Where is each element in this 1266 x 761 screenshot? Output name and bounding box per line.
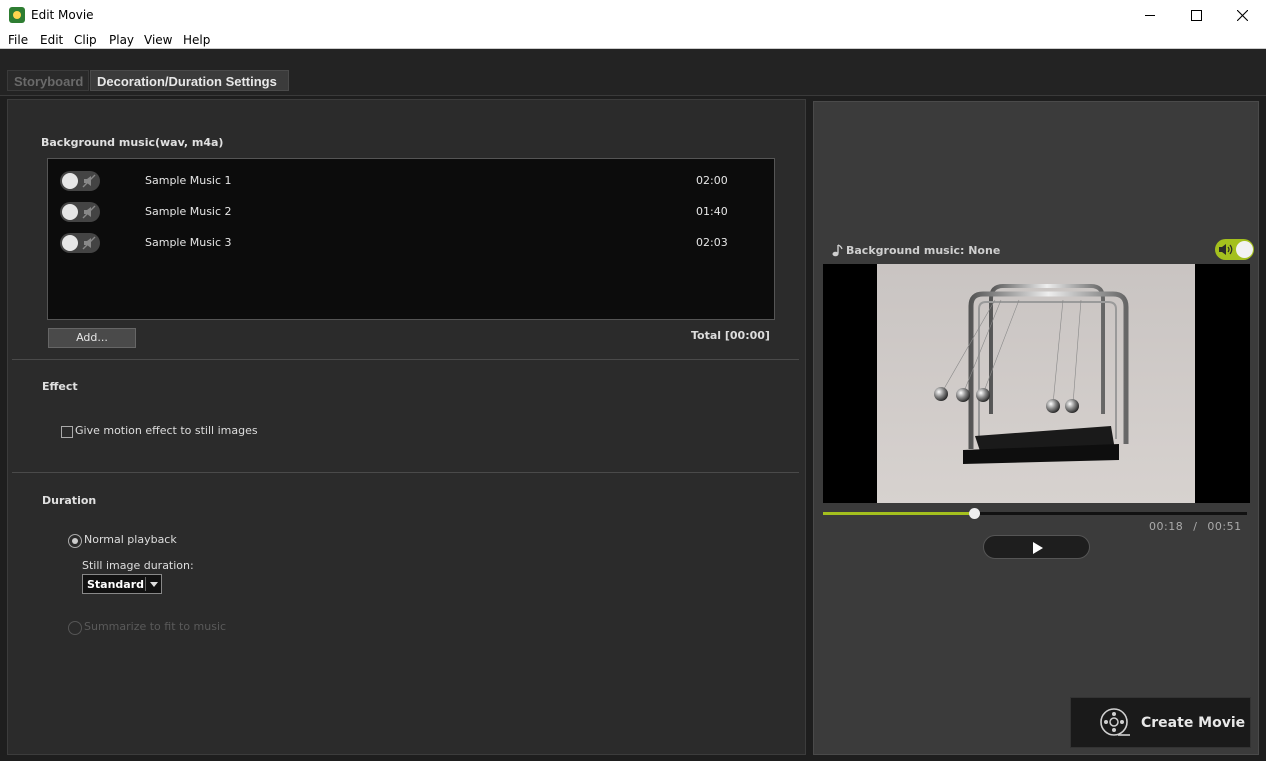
minimize-button[interactable]: [1127, 0, 1173, 31]
music-toggle[interactable]: [60, 233, 100, 253]
music-total: Total [00:00]: [691, 329, 770, 342]
divider: [12, 359, 799, 360]
music-duration: 01:40: [696, 205, 728, 218]
menu-file[interactable]: File: [8, 33, 28, 47]
bgm-section-title: Background music(wav, m4a): [41, 136, 224, 149]
summarize-label[interactable]: Summarize to fit to music: [84, 620, 226, 633]
maximize-button[interactable]: [1173, 0, 1219, 31]
speaker-muted-icon: [82, 205, 96, 219]
toggle-knob: [1236, 241, 1253, 258]
video-frame: [877, 264, 1195, 503]
video-preview[interactable]: [823, 264, 1250, 503]
divider: [12, 472, 799, 473]
app-icon: [9, 7, 25, 23]
effect-section-title: Effect: [42, 380, 78, 393]
preview-panel: Background music: None 00:18 / 00:51 Cre…: [813, 101, 1259, 755]
still-duration-select[interactable]: Standard: [82, 574, 162, 594]
chevron-down-icon: [150, 582, 158, 587]
music-list[interactable]: Sample Music 1 02:00 Sample Music 2 01:4…: [47, 158, 775, 320]
time-current: 00:18: [1149, 520, 1184, 533]
still-duration-label: Still image duration:: [82, 559, 194, 572]
speaker-muted-icon: [82, 236, 96, 250]
menu-view[interactable]: View: [144, 33, 172, 47]
normal-playback-label[interactable]: Normal playback: [84, 533, 177, 546]
close-icon: [1236, 10, 1248, 21]
motion-effect-label[interactable]: Give motion effect to still images: [75, 424, 258, 437]
speaker-muted-icon: [82, 174, 96, 188]
menu-help[interactable]: Help: [183, 33, 210, 47]
time-separator: /: [1193, 520, 1198, 533]
music-duration: 02:03: [696, 236, 728, 249]
still-duration-value: Standard: [87, 578, 145, 591]
bgm-status-text: Background music: None: [846, 244, 1001, 257]
toggle-knob: [62, 173, 78, 189]
tab-strip: Storyboard Decoration/Duration Settings: [0, 49, 1266, 96]
summarize-radio[interactable]: [68, 621, 82, 635]
music-toggle[interactable]: [60, 171, 100, 191]
play-button[interactable]: [983, 535, 1090, 559]
film-reel-icon: [1100, 708, 1130, 736]
close-button[interactable]: [1219, 0, 1265, 31]
music-row[interactable]: Sample Music 1 02:00: [48, 167, 774, 193]
menu-edit[interactable]: Edit: [40, 33, 63, 47]
music-note-icon: [832, 244, 843, 257]
music-name: Sample Music 1: [145, 174, 232, 187]
add-music-button[interactable]: Add...: [48, 328, 136, 348]
speaker-icon: [1219, 244, 1233, 255]
minimize-icon: [1144, 15, 1155, 16]
seek-handle[interactable]: [968, 508, 980, 519]
tab-storyboard[interactable]: Storyboard: [7, 70, 89, 91]
music-row[interactable]: Sample Music 3 02:03: [48, 229, 774, 255]
music-toggle[interactable]: [60, 202, 100, 222]
window-title: Edit Movie: [31, 8, 94, 22]
bgm-status: Background music: None: [831, 244, 1000, 257]
seek-bar[interactable]: [823, 508, 1247, 519]
normal-playback-radio[interactable]: [68, 534, 82, 548]
create-movie-button[interactable]: Create Movie: [1070, 697, 1251, 748]
menu-clip[interactable]: Clip: [74, 33, 97, 47]
duration-section-title: Duration: [42, 494, 97, 507]
time-total: 00:51: [1207, 520, 1242, 533]
timecode: 00:18 / 00:51: [1149, 520, 1242, 533]
toggle-knob: [62, 235, 78, 251]
music-name: Sample Music 3: [145, 236, 232, 249]
music-name: Sample Music 2: [145, 205, 232, 218]
bgm-toggle[interactable]: [1215, 239, 1254, 260]
music-row[interactable]: Sample Music 2 01:40: [48, 198, 774, 224]
maximize-icon: [1190, 10, 1202, 21]
play-icon: [1033, 542, 1043, 554]
seek-bar-fill: [823, 512, 974, 515]
music-duration: 02:00: [696, 174, 728, 187]
create-movie-label: Create Movie: [1141, 715, 1246, 731]
toggle-knob: [62, 204, 78, 220]
settings-panel: Background music(wav, m4a) Sample Music …: [7, 99, 806, 755]
select-separator: [145, 577, 146, 591]
motion-effect-checkbox[interactable]: [61, 426, 73, 438]
menu-play[interactable]: Play: [109, 33, 134, 47]
title-bar: Edit Movie: [0, 0, 1266, 31]
tab-decoration-duration[interactable]: Decoration/Duration Settings: [90, 70, 289, 91]
menu-bar: File Edit Clip Play View Help: [0, 31, 1266, 49]
